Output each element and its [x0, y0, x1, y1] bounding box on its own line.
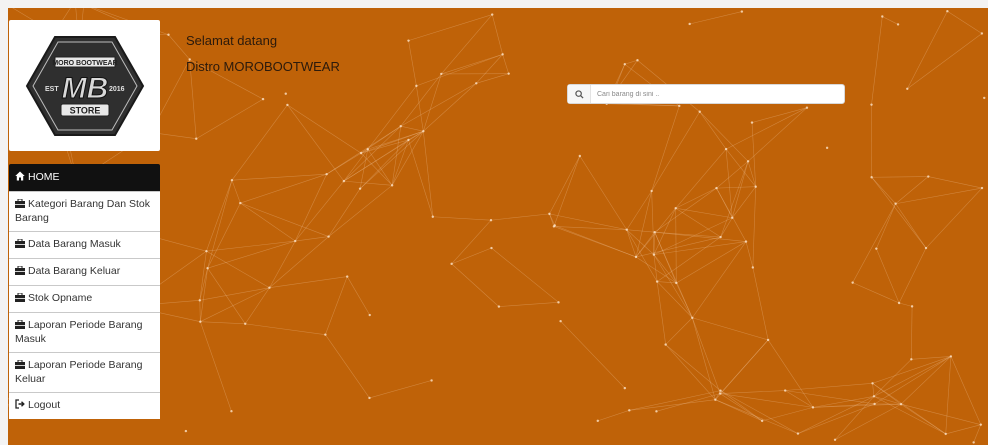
logout-icon [15, 399, 25, 413]
sidebar-item-logout[interactable]: Logout [9, 392, 160, 419]
sidebar-item-label: Laporan Periode Barang Masuk [15, 319, 143, 345]
sidebar-item-label: Data Barang Masuk [28, 238, 121, 250]
sidebar-item-label: Logout [28, 399, 61, 411]
briefcase-icon [15, 319, 25, 333]
sidebar-item-label: HOME [28, 171, 60, 183]
welcome-header: Selamat datang Distro MOROBOOTWEAR [186, 31, 340, 83]
sidebar-item-home[interactable]: HOME [9, 164, 160, 191]
home-icon [15, 171, 25, 185]
briefcase-icon [15, 238, 25, 252]
sidebar-item-label: Stok Opname [28, 292, 93, 304]
greeting-text: Selamat datang [186, 33, 278, 48]
store-name-text: Distro MOROBOOTWEAR [186, 59, 340, 74]
logo-emblem: MORO BOOTWEAR MB EST 2016 STORE [25, 35, 144, 136]
sidebar-item-kategori-barang[interactable]: Kategori Barang Dan Stok Barang [9, 191, 160, 231]
search-input[interactable] [591, 86, 844, 102]
sidebar-item-label: Laporan Periode Barang Keluar [15, 359, 143, 385]
sidebar-item-label: Kategori Barang Dan Stok Barang [15, 198, 150, 224]
window-top-edge [0, 0, 988, 8]
briefcase-icon [15, 292, 25, 306]
logo-mid-text: MB [61, 72, 108, 105]
logo-bottom-text: STORE [69, 105, 100, 115]
store-logo: MORO BOOTWEAR MB EST 2016 STORE [9, 20, 160, 151]
briefcase-icon [15, 265, 25, 279]
briefcase-icon [15, 359, 25, 373]
sidebar-item-stok-opname[interactable]: Stok Opname [9, 285, 160, 312]
logo-top-text: MORO BOOTWEAR [52, 60, 117, 67]
sidebar-item-laporan-barang-keluar[interactable]: Laporan Periode Barang Keluar [9, 352, 160, 392]
logo-year-text: 2016 [109, 86, 125, 93]
sidebar-item-data-barang-keluar[interactable]: Data Barang Keluar [9, 258, 160, 285]
search-bar[interactable] [567, 84, 845, 104]
logo-est-text: EST [45, 86, 59, 93]
sidebar-item-data-barang-masuk[interactable]: Data Barang Masuk [9, 231, 160, 258]
sidebar-item-label: Data Barang Keluar [28, 265, 121, 277]
window-left-edge [0, 0, 8, 445]
search-icon [568, 85, 591, 103]
sidebar-item-laporan-barang-masuk[interactable]: Laporan Periode Barang Masuk [9, 312, 160, 352]
briefcase-icon [15, 198, 25, 212]
sidebar-menu: HOME Kategori Barang Dan Stok Barang Dat… [9, 164, 160, 419]
